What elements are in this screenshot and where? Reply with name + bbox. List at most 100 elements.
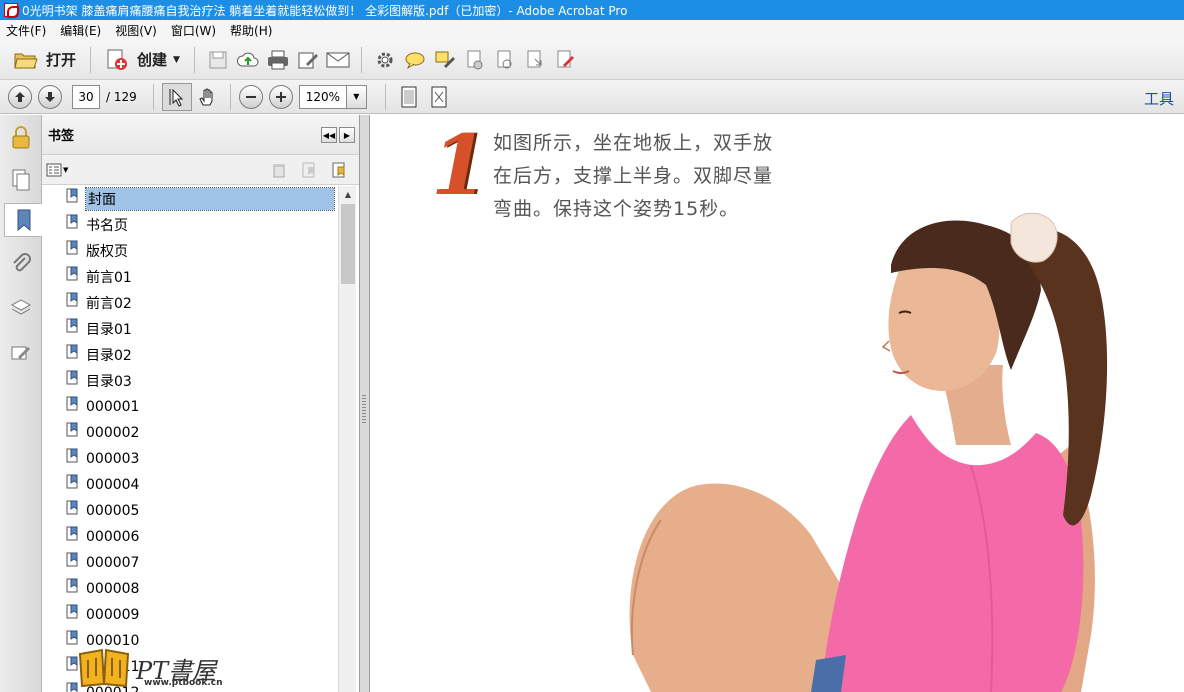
menu-bar: 文件(F) 编辑(E) 视图(V) 窗口(W) 帮助(H) (0, 20, 1184, 40)
trash-icon[interactable] (270, 161, 288, 179)
toolbar-separator (90, 46, 92, 73)
create-label: 创建 (137, 51, 168, 69)
toolbar-separator (152, 83, 154, 110)
new-bookmark-icon[interactable] (300, 161, 318, 179)
bookmark-label: 000003 (86, 451, 140, 467)
bookmark-label: 000007 (86, 555, 140, 571)
upload-button[interactable] (233, 46, 263, 74)
panel-splitter[interactable] (360, 115, 370, 692)
zoom-in-button[interactable] (268, 84, 293, 109)
book-logo-icon (78, 648, 130, 688)
bookmark-item[interactable]: 000002 (42, 420, 338, 446)
menu-edit[interactable]: 编辑(E) (60, 22, 101, 39)
settings-button[interactable] (370, 46, 400, 74)
bookmark-label: 000006 (86, 529, 140, 545)
collapse-panel-button[interactable]: ◀◀ (321, 127, 337, 143)
cloud-upload-icon (236, 52, 259, 66)
highlight-icon (435, 51, 455, 68)
bookmark-item[interactable]: 000003 (42, 446, 338, 472)
gear-icon (377, 52, 393, 67)
zoom-dropdown[interactable]: ▼ (346, 84, 367, 109)
fit-width-button[interactable] (424, 83, 454, 111)
bookmark-label: 前言01 (86, 270, 132, 286)
bookmark-icon (66, 604, 78, 619)
bookmark-icon (17, 209, 31, 232)
bookmark-properties-icon[interactable] (330, 161, 348, 179)
bookmark-item[interactable]: 000004 (42, 472, 338, 498)
create-pdf-icon (107, 49, 128, 70)
comment-button[interactable] (400, 46, 430, 74)
open-button[interactable]: 打开 (8, 46, 82, 74)
attachments-button[interactable] (4, 247, 38, 281)
bookmark-scrollbar[interactable]: ▲ (338, 186, 356, 692)
bookmark-item[interactable]: 前言02 (42, 290, 338, 316)
layers-button[interactable] (4, 291, 38, 325)
bookmark-item[interactable]: 目录02 (42, 342, 338, 368)
bookmark-icon (66, 526, 78, 541)
bookmark-item[interactable]: 000008 (42, 576, 338, 602)
chevron-down-icon: ▼ (63, 166, 69, 174)
bookmarks-button[interactable] (4, 203, 43, 237)
bookmark-item[interactable]: 000001 (42, 394, 338, 420)
page-number-input[interactable]: 30 (72, 84, 100, 109)
bookmark-item[interactable]: 前言01 (42, 264, 338, 290)
watermark-url: www.ptbook.cn (144, 678, 223, 688)
bookmark-label: 书名页 (86, 218, 128, 234)
bookmark-item[interactable]: 000006 (42, 524, 338, 550)
next-page-button[interactable] (38, 84, 62, 109)
create-button[interactable]: 创建 ▼ (99, 46, 186, 74)
bookmark-label: 版权页 (86, 244, 128, 260)
email-icon (326, 52, 350, 67)
menu-window[interactable]: 窗口(W) (171, 22, 216, 39)
export-button[interactable] (520, 46, 550, 74)
bookmark-label: 目录02 (86, 348, 132, 364)
menu-file[interactable]: 文件(F) (6, 22, 46, 39)
email-button[interactable] (323, 46, 353, 74)
zoom-input[interactable]: 120% (298, 84, 347, 109)
bookmark-options-button[interactable]: ▼ (46, 161, 72, 179)
print-button[interactable] (263, 46, 293, 74)
bookmark-item[interactable]: 书名页 (42, 212, 338, 238)
bookmark-label: 封面 (85, 187, 335, 211)
select-tool-button[interactable] (161, 82, 192, 111)
bookmark-item[interactable]: 版权页 (42, 238, 338, 264)
expand-panel-button[interactable]: ▶ (339, 127, 355, 143)
bookmark-label: 000001 (86, 399, 140, 415)
bookmark-item[interactable]: 目录01 (42, 316, 338, 342)
chevron-right-icon: ▶ (343, 130, 351, 140)
menu-help[interactable]: 帮助(H) (230, 22, 272, 39)
menu-view[interactable]: 视图(V) (115, 22, 157, 39)
edit-button[interactable] (293, 46, 323, 74)
splitter-grip[interactable] (362, 395, 366, 425)
hand-tool-button[interactable] (192, 83, 222, 111)
chevron-down-icon: ▼ (173, 54, 180, 65)
previous-page-button[interactable] (8, 84, 32, 109)
bookmark-list: 封面书名页版权页前言01 前言02 目录01 目录02 目录03 000001 000002… (42, 186, 338, 692)
bookmark-item[interactable]: 000005 (42, 498, 338, 524)
save-button[interactable] (203, 46, 233, 74)
bookmark-item[interactable]: 000007 (42, 550, 338, 576)
bookmark-icon (66, 318, 78, 333)
document-tool-button[interactable] (490, 46, 520, 74)
scrollbar-thumb[interactable] (341, 204, 355, 284)
highlight-button[interactable] (430, 46, 460, 74)
navigation-toolbar: 30 / 129 120% ▼ 工具 (0, 80, 1184, 114)
toolbar-separator (384, 83, 386, 110)
bookmark-item[interactable]: 封面 (42, 186, 338, 212)
tools-link[interactable]: 工具 (1144, 88, 1174, 109)
scroll-up-icon[interactable]: ▲ (339, 186, 357, 202)
open-label: 打开 (46, 51, 77, 69)
fit-page-icon (401, 86, 417, 107)
main-toolbar: 打开 创建 ▼ (0, 40, 1184, 80)
sign-button[interactable] (550, 46, 580, 74)
page-tool-button[interactable] (460, 46, 490, 74)
zoom-out-button[interactable] (238, 84, 263, 109)
fit-page-button[interactable] (394, 83, 424, 111)
security-button[interactable] (4, 121, 38, 155)
page-thumbnails-button[interactable] (4, 163, 38, 197)
bookmark-label: 前言02 (86, 296, 132, 312)
bookmark-item[interactable]: 000009 (42, 602, 338, 628)
signatures-button[interactable] (4, 335, 38, 369)
document-view: 1 如图所示，坐在地板上，双手放在后方，支撑上半身。双脚尽量弯曲。保持这个姿势1… (371, 115, 1184, 692)
bookmark-item[interactable]: 目录03 (42, 368, 338, 394)
